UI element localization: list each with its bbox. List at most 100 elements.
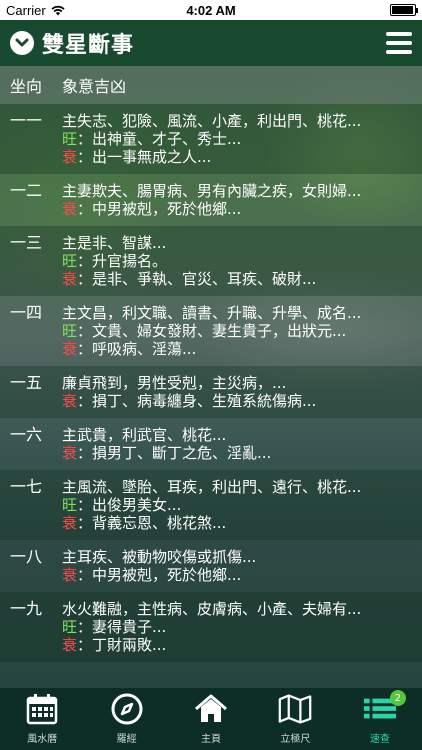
declining-text: ：丁財兩敗... — [77, 636, 167, 654]
menu-bar-line — [386, 41, 412, 45]
prosperous-line: 旺：出俊男美女... — [62, 496, 412, 514]
list-item[interactable]: 一二 主妻欺夫、腸胃病、男有內臟之疾，女則婦... 衰：中男被剋，死於他鄉... — [0, 174, 422, 226]
wifi-icon — [51, 5, 65, 15]
list-item[interactable]: 一五 廉貞飛到，男性受剋，主災病，... 衰：損丁、病毒纏身、生殖系統傷病... — [0, 366, 422, 418]
declining-line: 衰：損丁、病毒纏身、生殖系統傷病... — [62, 392, 412, 410]
list-item[interactable]: 一八 主耳疾、被動物咬傷或抓傷... 衰：中男被剋，死於他鄉... — [0, 540, 422, 592]
list-item[interactable]: 一一 主失志、犯險、風流、小產，利出門、桃花... 旺：出神童、才子、秀士... 衰：… — [0, 104, 422, 174]
column-header: 坐向 象意吉凶 — [0, 66, 422, 104]
prosperous-text: ：文貴、婦女發財、妻生貴子，出狀元... — [77, 322, 347, 340]
column-meaning: 象意吉凶 — [62, 77, 127, 96]
declining-tag: 衰 — [62, 392, 78, 410]
direction-code: 一一 — [10, 111, 43, 130]
direction-code: 一七 — [10, 477, 43, 496]
main-meaning: 主妻欺夫、腸胃病、男有內臟之疾，女則婦... — [62, 182, 362, 200]
title-dropdown[interactable]: 雙星斷事 — [10, 27, 134, 59]
prosperous-text: ：出神童、才子、秀士... — [77, 130, 242, 148]
declining-line: 衰：丁財兩敗... — [62, 636, 412, 654]
declining-tag: 衰 — [62, 270, 78, 288]
meaning-lines: 廉貞飛到，男性受剋，主災病，... 衰：損丁、病毒纏身、生殖系統傷病... — [62, 374, 412, 410]
meaning-lines: 主武貴，利武官、桃花... 衰：損男丁、斷丁之危、淫亂... — [62, 426, 412, 462]
carrier-group: Carrier — [6, 3, 65, 18]
declining-text: ：背義忘恩、桃花煞... — [77, 514, 227, 532]
prosperous-text: ：出俊男美女... — [77, 496, 182, 514]
battery-fill — [392, 6, 413, 14]
meaning-lines: 主妻欺夫、腸胃病、男有內臟之疾，女則婦... 衰：中男被剋，死於他鄉... — [62, 182, 412, 218]
tab-list[interactable]: 2 速查 — [338, 688, 422, 750]
direction-code: 一九 — [10, 599, 43, 618]
list-item[interactable]: 一七 主風流、墜胎、耳疾，利出門、遠行、桃花... 旺：出俊男美女... 衰：背義忘恩… — [0, 470, 422, 540]
page-title: 雙星斷事 — [42, 33, 135, 58]
declining-text: ：出一事無成之人... — [77, 148, 212, 166]
meaning-lines: 主耳疾、被動物咬傷或抓傷... 衰：中男被剋，死於他鄉... — [62, 548, 412, 584]
main-meaning: 主失志、犯險、風流、小產，利出門、桃花... — [62, 112, 362, 130]
prosperous-tag: 旺 — [62, 252, 78, 270]
tab-bar: 風水曆 羅經 主頁 立極尺 2 速查 — [0, 688, 422, 750]
main-meaning: 主文昌，利文職、讀書、升職、升學、成名... — [62, 304, 362, 322]
list-item[interactable]: 一九 水火難融，主性病、皮膚病、小產、夫婦有... 旺：妻得貴子... 衰：丁財兩敗.… — [0, 592, 422, 662]
direction-code: 一八 — [10, 547, 43, 566]
main-meaning: 廉貞飛到，男性受剋，主災病，... — [62, 374, 287, 392]
list-item[interactable]: 一三 主是非、智謀... 旺：升官揚名。 衰：是非、爭執、官災、耳疾、破財... — [0, 226, 422, 296]
direction-code: 一四 — [10, 303, 43, 322]
notification-badge: 2 — [389, 690, 406, 706]
tab-compass[interactable]: 羅經 — [84, 688, 168, 750]
declining-text: ：呼吸病、淫蕩... — [77, 340, 197, 358]
declining-line: 衰：呼吸病、淫蕩... — [62, 340, 412, 358]
tab-label: 風水曆 — [27, 734, 58, 745]
declining-line: 衰：中男被剋，死於他鄉... — [62, 566, 412, 584]
direction-code: 一五 — [10, 373, 43, 392]
direction-code: 一六 — [10, 425, 43, 444]
declining-tag: 衰 — [62, 148, 78, 166]
prosperous-tag: 旺 — [62, 130, 78, 148]
meaning-lines: 水火難融，主性病、皮膚病、小產、夫婦有... 旺：妻得貴子... 衰：丁財兩敗... — [62, 600, 412, 654]
declining-text: ：損男丁、斷丁之危、淫亂... — [77, 444, 272, 462]
combination-list[interactable]: 一一 主失志、犯險、風流、小產，利出門、桃花... 旺：出神童、才子、秀士... 衰：… — [0, 104, 422, 688]
direction-code: 一三 — [10, 233, 43, 252]
tab-label: 主頁 — [201, 734, 222, 745]
declining-tag: 衰 — [62, 566, 78, 584]
column-direction: 坐向 — [10, 77, 43, 96]
map-icon — [278, 692, 312, 726]
tab-label: 羅經 — [116, 734, 137, 745]
meaning-lines: 主風流、墜胎、耳疾，利出門、遠行、桃花... 旺：出俊男美女... 衰：背義忘恩、桃… — [62, 478, 412, 532]
prosperous-line: 旺：妻得貴子... — [62, 618, 412, 636]
home-icon — [194, 692, 228, 726]
declining-tag: 衰 — [62, 514, 78, 532]
battery-icon — [390, 4, 418, 16]
list-item[interactable]: 一六 主武貴，利武官、桃花... 衰：損男丁、斷丁之危、淫亂... — [0, 418, 422, 470]
main-meaning: 主是非、智謀... — [62, 234, 167, 252]
main-meaning: 主武貴，利武官、桃花... — [62, 426, 227, 444]
meaning-lines: 主文昌，利文職、讀書、升職、升學、成名... 旺：文貴、婦女發財、妻生貴子，出狀元… — [62, 304, 412, 358]
menu-bar-line — [386, 50, 412, 54]
declining-text: ：是非、爭執、官災、耳疾、破財... — [77, 270, 317, 288]
menu-bar-line — [386, 32, 412, 36]
nav-bar: 雙星斷事 — [0, 20, 422, 66]
list-item[interactable]: 一四 主文昌，利文職、讀書、升職、升學、成名... 旺：文貴、婦女發財、妻生貴子，出… — [0, 296, 422, 366]
main-meaning: 水火難融，主性病、皮膚病、小產、夫婦有... — [62, 600, 362, 618]
tab-calendar[interactable]: 風水曆 — [0, 688, 84, 750]
tab-map[interactable]: 立極尺 — [253, 688, 337, 750]
prosperous-text: ：妻得貴子... — [77, 618, 167, 636]
meaning-lines: 主是非、智謀... 旺：升官揚名。 衰：是非、爭執、官災、耳疾、破財... — [62, 234, 412, 288]
prosperous-tag: 旺 — [62, 496, 78, 514]
prosperous-line: 旺：出神童、才子、秀士... — [62, 130, 412, 148]
prosperous-tag: 旺 — [62, 322, 78, 340]
declining-line: 衰：是非、爭執、官災、耳疾、破財... — [62, 270, 412, 288]
declining-tag: 衰 — [62, 636, 78, 654]
tab-home[interactable]: 主頁 — [169, 688, 253, 750]
declining-line: 衰：背義忘恩、桃花煞... — [62, 514, 412, 532]
compass-icon — [110, 692, 144, 726]
declining-line: 衰：中男被剋，死於他鄉... — [62, 200, 412, 218]
direction-code: 一二 — [10, 181, 43, 200]
prosperous-tag: 旺 — [62, 618, 78, 636]
tab-label: 立極尺 — [280, 734, 311, 745]
prosperous-line: 旺：升官揚名。 — [62, 252, 412, 270]
declining-text: ：中男被剋，死於他鄉... — [77, 566, 242, 584]
main-meaning: 主風流、墜胎、耳疾，利出門、遠行、桃花... — [62, 478, 362, 496]
hamburger-menu-icon[interactable] — [386, 32, 412, 54]
calendar-icon — [25, 692, 59, 726]
prosperous-text: ：升官揚名。 — [77, 252, 168, 270]
prosperous-line: 旺：文貴、婦女發財、妻生貴子，出狀元... — [62, 322, 412, 340]
chevron-down-circle-icon[interactable] — [10, 31, 34, 55]
